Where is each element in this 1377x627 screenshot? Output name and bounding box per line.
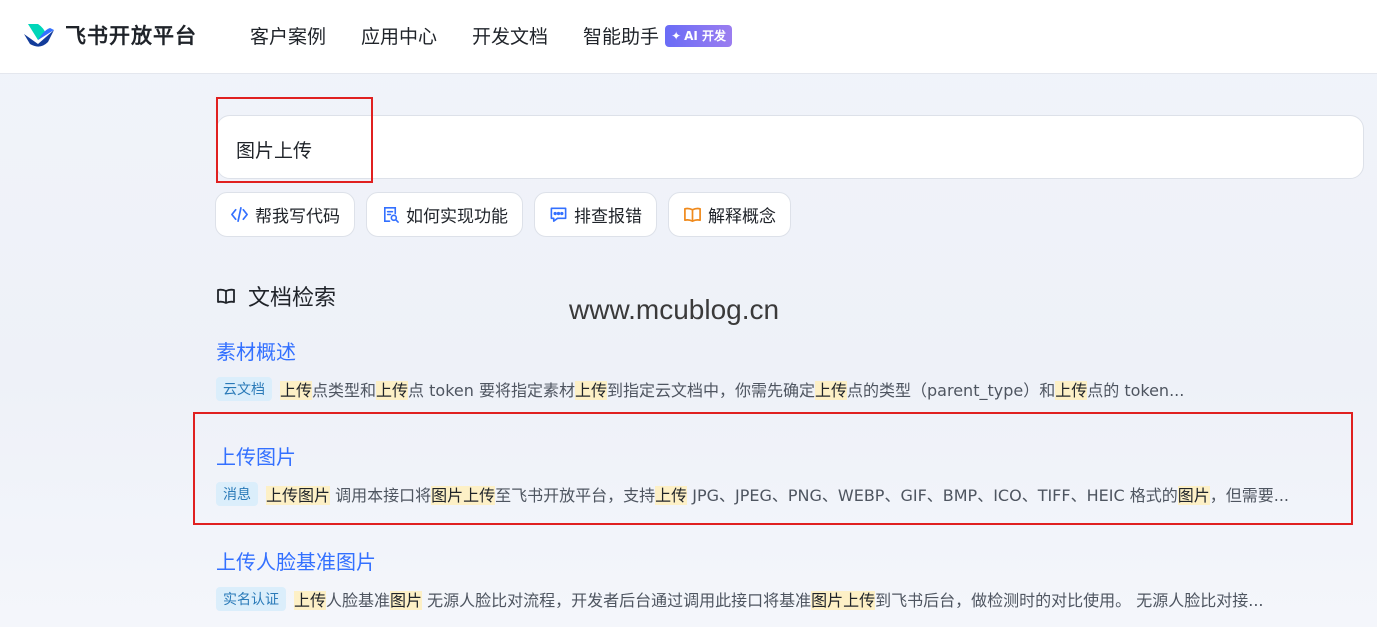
highlight-term: 上传 xyxy=(655,486,688,505)
result-snippet: 上传人脸基准图片 无源人脸比对流程，开发者后台通过调用此接口将基准图片上传到飞书… xyxy=(294,587,1264,611)
category-tag: 实名认证 xyxy=(216,587,286,611)
feishu-logo-icon xyxy=(24,24,54,47)
doc-search-section-title: 文档检索 xyxy=(216,280,336,312)
snippet-text: JPG、JPEG、PNG、WEBP、GIF、BMP、ICO、TIFF、HEIC … xyxy=(687,486,1178,505)
snippet-text: 点的 token... xyxy=(1087,381,1185,400)
highlight-term: 上传 xyxy=(294,591,327,610)
doc-search-icon xyxy=(383,207,399,223)
highlight-term: 图片上传 xyxy=(811,591,876,610)
result-snippet: 上传点类型和上传点 token 要将指定素材上传到指定云文档中，你需先确定上传点… xyxy=(280,377,1184,401)
sparkle-icon: ✦ xyxy=(671,28,682,43)
snippet-text: 点的类型（parent_type）和 xyxy=(847,381,1056,400)
snippet-text: 人脸基准 xyxy=(326,591,391,610)
result-title[interactable]: 上传图片 xyxy=(216,441,296,470)
highlight-term: 图片 xyxy=(390,591,423,610)
highlight-term: 图片 xyxy=(1177,486,1210,505)
section-title-text: 文档检索 xyxy=(248,286,337,311)
code-icon xyxy=(231,206,248,223)
nav-item-cases[interactable]: 客户案例 xyxy=(250,22,326,49)
chip-explain-concept[interactable]: 解释概念 xyxy=(668,192,791,237)
snippet-text: 到飞书后台，做检测时的对比使用。 无源人脸比对接... xyxy=(875,591,1264,610)
chip-label: 排查报错 xyxy=(574,207,642,227)
ai-dev-badge[interactable]: ✦ AI 开发 xyxy=(665,24,733,47)
nav-item-dev-docs[interactable]: 开发文档 xyxy=(472,22,548,49)
snippet-text: 点 token 要将指定素材 xyxy=(408,381,575,400)
search-input[interactable]: 图片上传 xyxy=(216,115,1364,179)
result-title[interactable]: 素材概述 xyxy=(216,336,296,365)
chip-write-code[interactable]: 帮我写代码 xyxy=(215,192,355,237)
chip-label: 帮我写代码 xyxy=(255,207,340,227)
snippet-text: 无源人脸比对流程，开发者后台通过调用此接口将基准 xyxy=(422,591,812,610)
search-query-text: 图片上传 xyxy=(236,140,313,162)
category-tag: 消息 xyxy=(216,482,258,506)
snippet-text: 到指定云文档中，你需先确定 xyxy=(606,381,815,400)
open-book-icon xyxy=(217,288,235,304)
chip-label: 如何实现功能 xyxy=(406,207,508,227)
highlight-term: 上传 xyxy=(574,381,607,400)
result-title[interactable]: 上传人脸基准图片 xyxy=(216,546,376,575)
highlight-term: 图片上传 xyxy=(431,486,496,505)
quick-action-chips: 帮我写代码 如何实现功能 排查报错 解释概念 xyxy=(215,192,802,237)
brand-name: 飞书开放平台 xyxy=(65,24,197,48)
ai-badge-label: AI 开发 xyxy=(684,29,727,43)
chip-label: 解释概念 xyxy=(708,207,776,227)
chat-dots-icon xyxy=(550,207,567,222)
annotation-box-result xyxy=(193,412,1353,525)
result-snippet-row: 云文档 上传点类型和上传点 token 要将指定素材上传到指定云文档中，你需先确… xyxy=(216,376,1361,402)
result-snippet-row: 消息 上传图片 调用本接口将图片上传至飞书开放平台，支持上传 JPG、JPEG、… xyxy=(216,481,1361,507)
result-snippet-row: 实名认证 上传人脸基准图片 无源人脸比对流程，开发者后台通过调用此接口将基准图片… xyxy=(216,586,1361,612)
nav-item-app-center[interactable]: 应用中心 xyxy=(361,22,437,49)
snippet-text: 调用本接口将 xyxy=(330,486,432,505)
highlight-term: 上传 xyxy=(1055,381,1088,400)
result-snippet: 上传图片 调用本接口将图片上传至飞书开放平台，支持上传 JPG、JPEG、PNG… xyxy=(266,482,1289,506)
snippet-text: ，但需要... xyxy=(1209,486,1289,505)
brand[interactable]: 飞书开放平台 xyxy=(22,20,197,50)
chip-how-to-implement[interactable]: 如何实现功能 xyxy=(366,192,523,237)
snippet-text: 点类型和 xyxy=(312,381,377,400)
main-nav: 客户案例 应用中心 开发文档 智能助手 ✦ AI 开发 xyxy=(250,22,733,49)
highlight-term: 上传 xyxy=(280,381,313,400)
top-header: 飞书开放平台 客户案例 应用中心 开发文档 智能助手 ✦ AI 开发 xyxy=(0,0,1377,74)
book-icon xyxy=(684,207,701,223)
nav-item-assistant[interactable]: 智能助手 xyxy=(583,22,659,49)
highlight-term: 上传 xyxy=(815,381,848,400)
chip-troubleshoot[interactable]: 排查报错 xyxy=(534,192,657,237)
snippet-text: 至飞书开放平台，支持 xyxy=(495,486,656,505)
watermark-text: www.mcublog.cn xyxy=(569,294,780,325)
highlight-term: 上传 xyxy=(376,381,409,400)
category-tag: 云文档 xyxy=(216,377,272,401)
highlight-term: 上传图片 xyxy=(266,486,331,505)
